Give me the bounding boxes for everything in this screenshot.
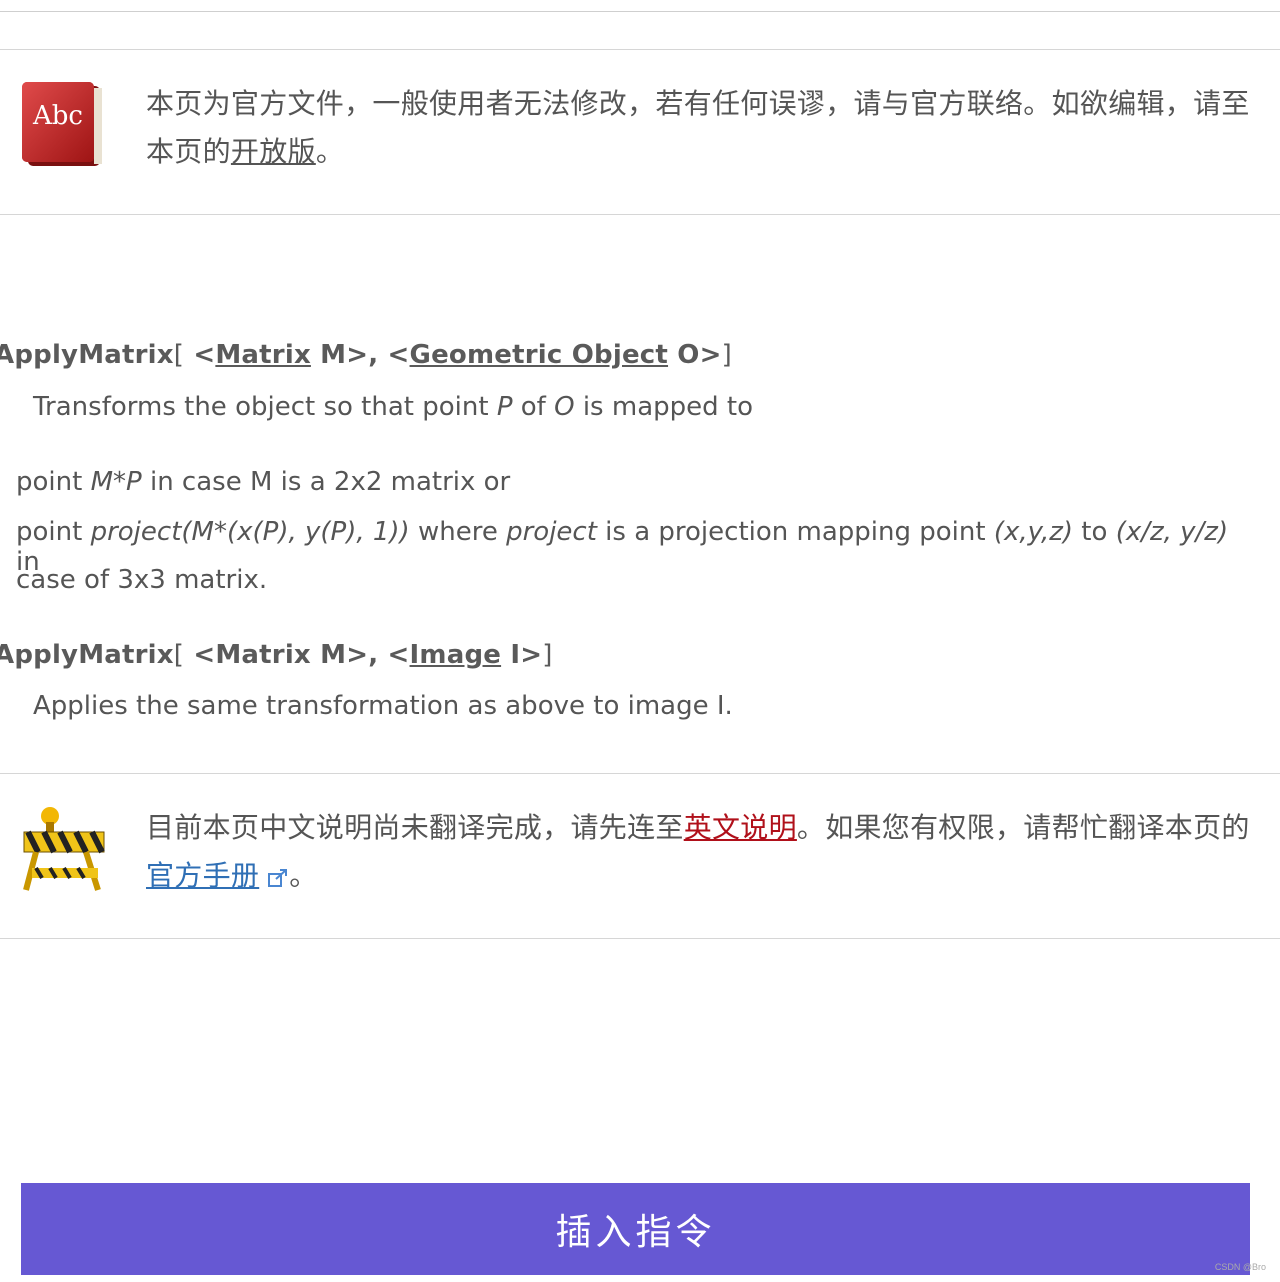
geometric-object-link[interactable]: Geometric Object bbox=[410, 340, 669, 370]
official-notice-text: 本页为官方文件，一般使用者无法修改，若有任何误谬，请与官方联络。如欲编辑，请至本… bbox=[146, 87, 1250, 168]
official-notice-box: Abc 本页为官方文件，一般使用者无法修改，若有任何误谬，请与官方联络。如欲编辑… bbox=[0, 49, 1280, 215]
watermark: CSDN @Bro bbox=[1214, 1262, 1266, 1272]
syntax-heading-geometric: ApplyMatrix[ <Matrix M>, <Geometric Obje… bbox=[0, 340, 732, 370]
external-link-icon bbox=[268, 869, 288, 887]
official-manual-link[interactable]: 官方手册 bbox=[146, 859, 259, 892]
syntax-heading-image: ApplyMatrix[ <Matrix M>, <Image I>] bbox=[0, 640, 553, 670]
top-divider bbox=[0, 11, 1280, 12]
translation-notice-text: 目前本页中文说明尚未翻译完成，请先连至英文说明。如果您有权限，请帮忙翻译本页的官… bbox=[146, 811, 1250, 892]
case-3x3-line-end: case of 3x3 matrix. bbox=[16, 565, 268, 595]
insert-command-button[interactable]: 插入指令 bbox=[21, 1183, 1250, 1275]
case-2x2-line: point M*P in case M is a 2x2 matrix or bbox=[16, 467, 511, 497]
matrix-link[interactable]: Matrix bbox=[215, 340, 311, 370]
svg-text:Abc: Abc bbox=[32, 101, 83, 131]
english-docs-link[interactable]: 英文说明 bbox=[684, 811, 797, 844]
image-link[interactable]: Image bbox=[410, 640, 502, 670]
syntax-description-image: Applies the same transformation as above… bbox=[33, 691, 733, 721]
translation-notice-box: 目前本页中文说明尚未翻译完成，请先连至英文说明。如果您有权限，请帮忙翻译本页的官… bbox=[0, 773, 1280, 939]
open-version-link[interactable]: 开放版 bbox=[231, 135, 316, 168]
dictionary-book-icon: Abc bbox=[22, 82, 102, 166]
syntax-description-geometric: Transforms the object so that point P of… bbox=[33, 392, 753, 422]
construction-barrier-icon bbox=[23, 807, 105, 891]
